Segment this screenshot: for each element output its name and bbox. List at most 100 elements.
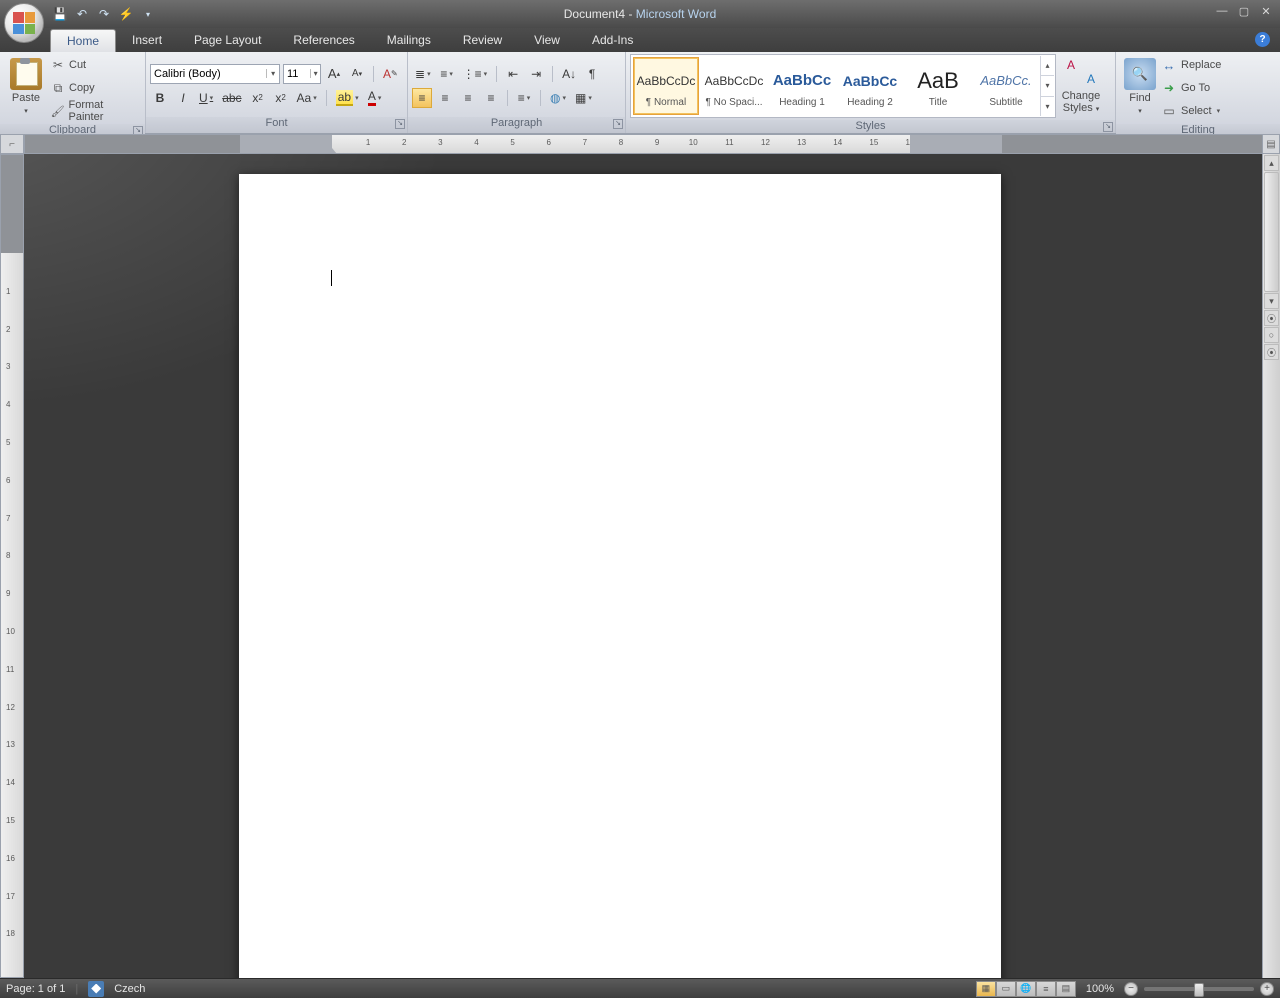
page[interactable] [239,174,1001,978]
language-status[interactable]: Czech [114,983,145,995]
font-name-input[interactable] [151,68,266,80]
replace-button[interactable]: Replace [1160,54,1276,76]
style-subtitle[interactable]: AaBbCc.Subtitle [973,57,1039,115]
clear-format-button[interactable]: A✎ [380,64,401,84]
italic-button[interactable]: I [173,88,193,108]
multilevel-button[interactable]: ⋮≡▾ [460,64,491,84]
help-icon[interactable]: ? [1255,32,1270,47]
align-right-button[interactable]: ≡ [458,88,478,108]
zoom-in-button[interactable]: + [1260,982,1274,996]
maximize-button[interactable]: ▢ [1236,4,1252,18]
style--no-spaci-[interactable]: AaBbCcDc¶ No Spaci... [701,57,767,115]
fullscreen-view[interactable]: ▭ [996,981,1016,997]
font-size-input[interactable] [284,68,310,80]
goto-button[interactable]: Go To [1160,77,1276,99]
strike-button[interactable]: abc [219,88,244,108]
tab-references[interactable]: References [277,29,370,52]
tab-review[interactable]: Review [447,29,518,52]
style-title[interactable]: AaBTitle [905,57,971,115]
font-name-combo[interactable]: ▾ [150,64,280,84]
gallery-up-icon[interactable]: ▴ [1041,56,1054,76]
dec-indent-button[interactable]: ⇤ [503,64,523,84]
change-styles-button[interactable]: Change Styles ▾ [1056,54,1106,118]
change-case-button[interactable]: Aa▾ [294,88,320,108]
vertical-scrollbar[interactable]: ▴ ▾ ⦿ ○ ⦿ [1262,154,1280,978]
minimize-button[interactable]: — [1214,4,1230,18]
subscript-button[interactable]: x2 [248,88,268,108]
font-color-button[interactable]: A▾ [365,88,385,108]
tab-page-layout[interactable]: Page Layout [178,29,277,52]
document-area: ⌐ 21123456789101112131415161718 ▤ 123456… [0,134,1280,978]
styles-launcher[interactable]: ↘ [1103,122,1113,132]
font-size-combo[interactable]: ▾ [283,64,321,84]
borders-button[interactable]: ▦▾ [572,88,595,108]
inc-indent-button[interactable]: ⇥ [526,64,546,84]
qat-menu-icon[interactable]: ▾ [140,6,156,22]
outline-view[interactable]: ≡ [1036,981,1056,997]
cut-button[interactable]: Cut [48,54,141,76]
print-layout-view[interactable]: ▦ [976,981,996,997]
bold-button[interactable]: B [150,88,170,108]
select-button[interactable]: Select ▾ [1160,100,1276,122]
scroll-thumb[interactable] [1264,172,1279,292]
chevron-down-icon[interactable]: ▾ [266,69,279,78]
next-page-icon[interactable]: ⦿ [1264,344,1279,360]
style-heading-2[interactable]: AaBbCcHeading 2 [837,57,903,115]
justify-button[interactable]: ≡ [481,88,501,108]
paragraph-launcher[interactable]: ↘ [613,119,623,129]
save-icon[interactable]: 💾 [52,6,68,22]
tab-insert[interactable]: Insert [116,29,178,52]
underline-button[interactable]: U▾ [196,88,216,108]
styles-gallery[interactable]: AaBbCcDc¶ NormalAaBbCcDc¶ No Spaci...AaB… [630,54,1056,118]
tab-home[interactable]: Home [50,29,116,52]
copy-button[interactable]: Copy [48,77,141,99]
tab-view[interactable]: View [518,29,576,52]
align-center-button[interactable]: ≡ [435,88,455,108]
show-marks-button[interactable]: ¶ [582,64,602,84]
paste-button[interactable]: Paste▾ [4,54,48,122]
zoom-slider[interactable]: − + [1124,982,1274,996]
status-bar: Page: 1 of 1 | Czech ▦ ▭ 🌐 ≡ ▤ 100% − + [0,978,1280,998]
quickprint-icon[interactable]: ⚡ [118,6,134,22]
undo-icon[interactable]: ↶ [74,6,90,22]
redo-icon[interactable]: ↷ [96,6,112,22]
close-button[interactable]: ✕ [1258,4,1274,18]
horizontal-ruler[interactable]: 21123456789101112131415161718 [24,134,1280,154]
zoom-out-button[interactable]: − [1124,982,1138,996]
office-button[interactable] [4,3,44,43]
font-launcher[interactable]: ↘ [395,119,405,129]
superscript-button[interactable]: x2 [271,88,291,108]
page-status[interactable]: Page: 1 of 1 [6,983,65,995]
sort-button[interactable]: A↓ [559,64,579,84]
zoom-track[interactable] [1144,987,1254,991]
find-button[interactable]: Find▾ [1120,54,1160,122]
gallery-more-icon[interactable]: ▾ [1041,97,1054,116]
tab-add-ins[interactable]: Add-Ins [576,29,649,52]
ruler-toggle[interactable]: ▤ [1262,134,1280,154]
format-painter-button[interactable]: Format Painter [48,100,141,122]
vertical-ruler[interactable]: 123456789101112131415161718 [0,154,24,978]
web-view[interactable]: 🌐 [1016,981,1036,997]
gallery-down-icon[interactable]: ▾ [1041,76,1054,96]
align-left-button[interactable]: ≡ [412,88,432,108]
zoom-label[interactable]: 100% [1086,983,1114,995]
tab-selector[interactable]: ⌐ [0,134,24,154]
highlight-button[interactable]: ab▾ [333,88,362,108]
shading-button[interactable]: ◍▾ [547,88,569,108]
group-clipboard: Paste▾ Cut Copy Format Painter Clipboard… [0,52,146,133]
style--normal[interactable]: AaBbCcDc¶ Normal [633,57,699,115]
tab-mailings[interactable]: Mailings [371,29,447,52]
chevron-down-icon[interactable]: ▾ [310,69,320,78]
grow-font-button[interactable]: A▴ [324,64,344,84]
browse-object-icon[interactable]: ○ [1264,327,1279,343]
scroll-down-icon[interactable]: ▾ [1264,293,1279,309]
draft-view[interactable]: ▤ [1056,981,1076,997]
line-spacing-button[interactable]: ≡▾ [514,88,534,108]
shrink-font-button[interactable]: A▾ [347,64,367,84]
numbering-button[interactable]: ≡▾ [437,64,457,84]
prev-page-icon[interactable]: ⦿ [1264,310,1279,326]
style-heading-1[interactable]: AaBbCcHeading 1 [769,57,835,115]
scroll-up-icon[interactable]: ▴ [1264,155,1279,171]
document-canvas[interactable] [24,154,1262,978]
bullets-button[interactable]: ≣▾ [412,64,434,84]
